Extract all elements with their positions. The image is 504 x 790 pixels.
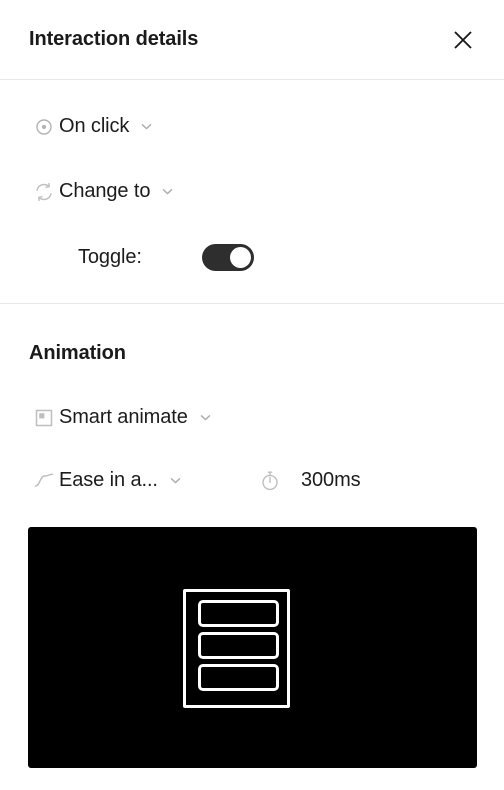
action-label: Change to [59, 180, 151, 202]
duration-group[interactable]: 300ms [255, 469, 361, 492]
duration-value[interactable]: 300ms [301, 469, 361, 492]
page-title: Interaction details [29, 28, 199, 50]
toggle-switch[interactable] [202, 244, 254, 271]
trigger-dropdown-chevron-down-icon[interactable] [139, 119, 154, 134]
animation-type-row[interactable]: Smart animate [29, 406, 213, 429]
animation-type-dropdown-chevron-down-icon[interactable] [198, 410, 213, 425]
stopwatch-icon [255, 470, 285, 492]
animation-type-label: Smart animate [59, 406, 188, 428]
animation-preview[interactable] [28, 527, 477, 768]
toggle-switch-knob [230, 247, 251, 268]
easing-row[interactable]: Ease in a... [29, 469, 183, 492]
action-dropdown-chevron-down-icon[interactable] [160, 184, 175, 199]
toggle-field-label: Toggle: [78, 246, 142, 268]
toggle-row: Toggle: [78, 244, 254, 271]
preview-bar [198, 600, 279, 627]
animation-section-heading: Animation [29, 342, 126, 364]
interaction-details-panel: Interaction details On click Change to T… [0, 0, 504, 790]
preview-bar [198, 632, 279, 659]
preview-frame [183, 589, 290, 708]
preview-bar [198, 664, 279, 691]
divider-animation [0, 303, 504, 304]
ease-curve-icon [29, 471, 59, 491]
panel-header: Interaction details [0, 0, 504, 79]
divider-header [0, 79, 504, 80]
close-icon [454, 30, 472, 49]
close-button[interactable] [446, 23, 480, 57]
swap-cycle-icon [29, 181, 59, 203]
easing-label: Ease in a... [59, 469, 158, 491]
trigger-label: On click [59, 115, 130, 137]
trigger-row[interactable]: On click [29, 115, 154, 138]
action-row[interactable]: Change to [29, 180, 175, 203]
click-target-icon [29, 117, 59, 137]
easing-dropdown-chevron-down-icon[interactable] [168, 473, 183, 488]
smart-animate-icon [29, 408, 59, 428]
